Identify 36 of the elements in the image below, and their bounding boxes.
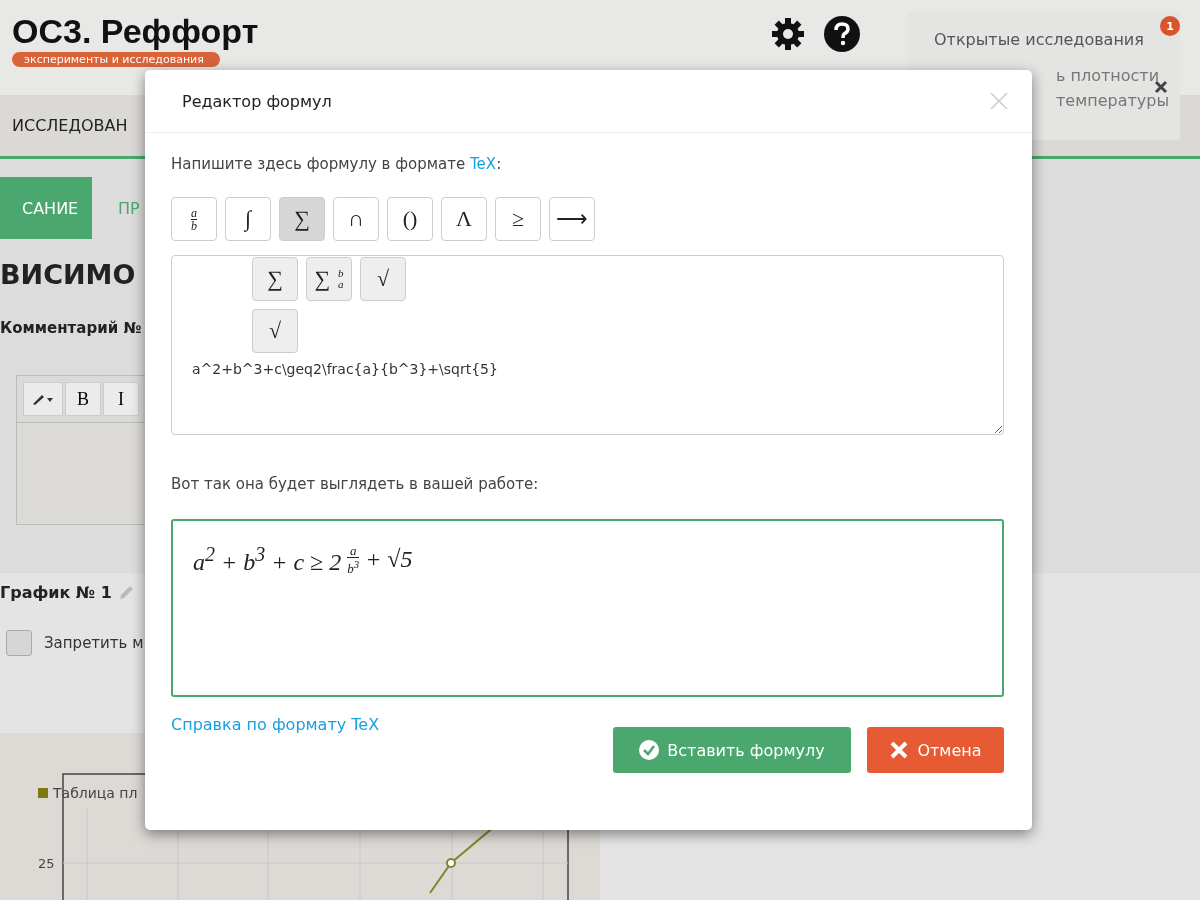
axis-tick-label: 25 [38, 856, 55, 871]
brush-icon [32, 393, 54, 405]
symbol-button[interactable]: ∩ [333, 197, 379, 241]
preview-label: Вот так она будет выглядеть в вашей работе: [171, 475, 540, 493]
cancel-button[interactable]: Отмена [867, 727, 1004, 773]
brush-dropdown[interactable] [23, 382, 63, 416]
chart-title: График № 1 [0, 583, 112, 602]
symbol-option[interactable]: √ [360, 257, 406, 301]
symbol-option[interactable]: ∑ [252, 257, 298, 301]
symbol-button[interactable]: () [387, 197, 433, 241]
format-button[interactable]: I [103, 382, 139, 416]
format-button[interactable]: B [65, 382, 101, 416]
study-title-line[interactable]: температуры [1056, 88, 1180, 113]
close-icon[interactable] [1154, 80, 1168, 94]
symbol-button[interactable]: a b [171, 197, 217, 241]
symbol-button[interactable]: Λ [441, 197, 487, 241]
tagline: эксперименты и исследования [12, 52, 220, 67]
nav-tab[interactable]: ИССЛЕДОВАН [12, 116, 128, 135]
symbol-option[interactable]: √ [252, 309, 298, 353]
check-circle-icon [639, 740, 660, 760]
count-badge: 1 [1160, 16, 1180, 36]
symbol-button[interactable]: ∫ [225, 197, 271, 241]
comment-label: Комментарий № [0, 319, 142, 337]
settings-icon[interactable] [770, 16, 806, 52]
symbol-button[interactable]: ⟶ [549, 197, 595, 241]
logo-title: ОС3. Реффорт [12, 12, 259, 50]
dialog-title: Редактор формул [182, 91, 332, 111]
checkbox[interactable] [6, 630, 32, 656]
symbol-button[interactable]: ∑ [279, 197, 325, 241]
instruction-text: Напишите здесь формулу в формате TeX: [171, 155, 503, 173]
study-title-line[interactable]: ь плотности [1056, 63, 1180, 88]
help-icon[interactable] [824, 16, 860, 52]
close-icon [889, 740, 910, 760]
checkbox-label: Запретить м [44, 634, 144, 652]
symbol-button[interactable]: ≥ [495, 197, 541, 241]
page-heading: ВИСИМО [0, 259, 136, 292]
